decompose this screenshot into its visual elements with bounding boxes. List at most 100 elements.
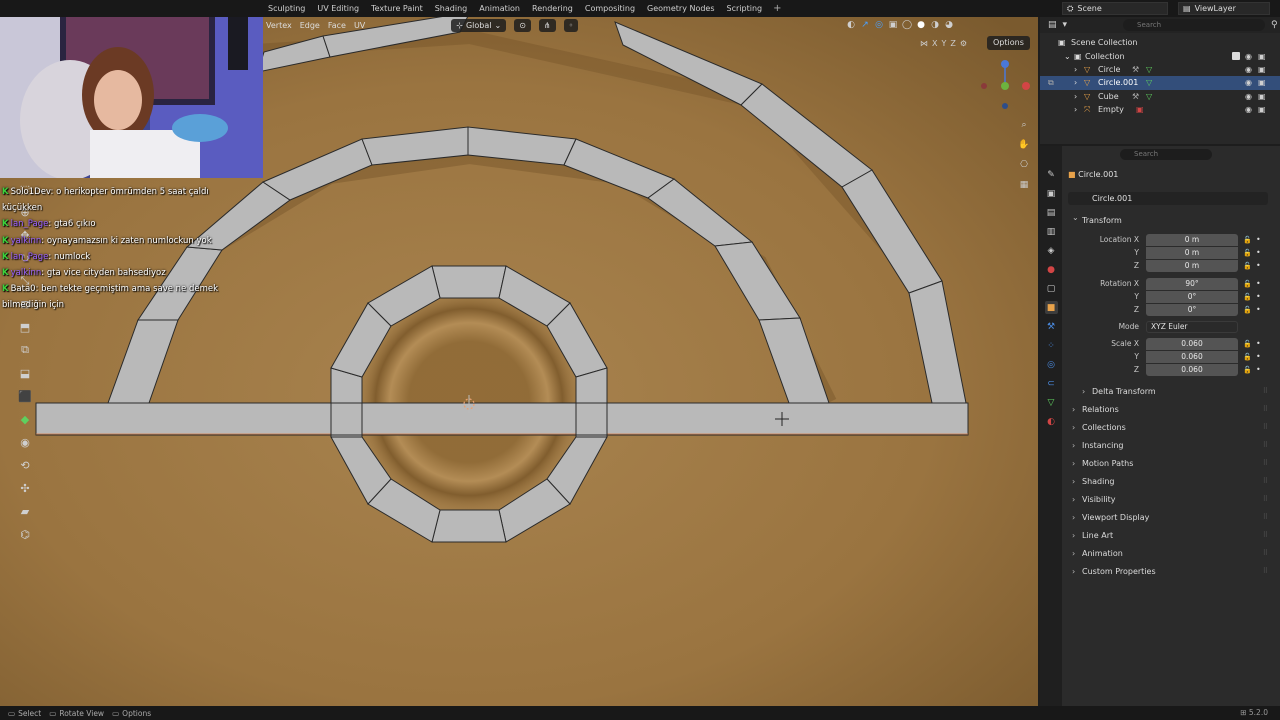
inset-tool-icon[interactable]: ⧉ bbox=[16, 341, 34, 359]
collection-row[interactable]: ⌄ ▣ Collection ◉ ▣ bbox=[1040, 49, 1280, 62]
rotation-x-field[interactable]: 90° bbox=[1146, 278, 1238, 290]
tab-uv-editing[interactable]: UV Editing bbox=[311, 0, 365, 17]
outliner-item-cube[interactable]: › ▽ Cube ⚒ ▽ ◉ ▣ bbox=[1040, 90, 1280, 103]
proportional-edit-toggle[interactable]: ◦ bbox=[563, 18, 579, 32]
object-tab-icon[interactable]: ■ bbox=[1044, 301, 1058, 314]
camera-view-icon[interactable]: ⎔ bbox=[1017, 158, 1031, 172]
constraints-tab-icon[interactable]: ⊂ bbox=[1045, 377, 1058, 390]
panel-shading[interactable]: Shading ⠿ bbox=[1068, 474, 1268, 489]
panel-visibility[interactable]: Visibility ⠿ bbox=[1068, 492, 1268, 507]
panel-collections[interactable]: Collections ⠿ bbox=[1068, 420, 1268, 435]
keyframe-dot-icon[interactable]: • bbox=[1256, 304, 1261, 316]
rotation-z-field[interactable]: 0° bbox=[1146, 304, 1238, 316]
exclude-checkbox[interactable] bbox=[1232, 52, 1240, 61]
menu-uv[interactable]: UV bbox=[354, 21, 365, 30]
lock-icon[interactable]: 🔓 bbox=[1243, 234, 1252, 246]
toggle-x[interactable]: X bbox=[932, 39, 937, 48]
camera-icon[interactable]: ▣ bbox=[1258, 92, 1266, 101]
poly-build-tool-icon[interactable]: ◉ bbox=[16, 433, 34, 451]
particles-tab-icon[interactable]: ⁘ bbox=[1045, 339, 1058, 352]
shading-material-icon[interactable]: ◑ bbox=[930, 20, 940, 30]
panel-instancing[interactable]: Instancing ⠿ bbox=[1068, 438, 1268, 453]
viewport-options-button[interactable]: Options bbox=[987, 36, 1030, 50]
camera-icon[interactable]: ▣ bbox=[1258, 52, 1266, 61]
extrude-tool-icon[interactable]: ⬒ bbox=[16, 318, 34, 336]
physics-tab-icon[interactable]: ◎ bbox=[1045, 358, 1058, 371]
drag-handle-icon[interactable]: ⠿ bbox=[1263, 438, 1268, 453]
outliner-item-circle[interactable]: › ▽ Circle ⚒ ▽ ◉ ▣ bbox=[1040, 63, 1280, 76]
eye-icon[interactable]: ◉ bbox=[1245, 65, 1252, 74]
drag-handle-icon[interactable]: ⠿ bbox=[1263, 510, 1268, 525]
keyframe-dot-icon[interactable]: • bbox=[1256, 291, 1261, 303]
modifiers-tab-icon[interactable]: ⚒ bbox=[1045, 320, 1058, 333]
render-tab-icon[interactable]: ▣ bbox=[1045, 187, 1058, 200]
editor-type-icon[interactable]: ▤ bbox=[1048, 20, 1057, 30]
scene-collection-row[interactable]: ▣ Scene Collection bbox=[1040, 36, 1280, 49]
outliner-item-circle-001[interactable]: ⧉ › ▽ Circle.001 ▽ ◉ ▣ bbox=[1040, 76, 1280, 90]
shading-rendered-icon[interactable]: ◕ bbox=[944, 20, 954, 30]
rip-tool-icon[interactable]: ⌬ bbox=[16, 525, 34, 543]
smooth-tool-icon[interactable]: ✣ bbox=[16, 479, 34, 497]
drag-handle-icon[interactable]: ⠿ bbox=[1263, 546, 1268, 561]
data-tab-icon[interactable]: ▽ bbox=[1045, 396, 1058, 409]
rotation-y-field[interactable]: 0° bbox=[1146, 291, 1238, 303]
drag-handle-icon[interactable]: ⠿ bbox=[1263, 492, 1268, 507]
menu-face[interactable]: Face bbox=[328, 21, 346, 30]
world-tab-icon[interactable]: ● bbox=[1045, 263, 1058, 276]
pivot-dropdown[interactable]: ⊙ bbox=[514, 18, 531, 32]
keyframe-dot-icon[interactable]: • bbox=[1256, 234, 1261, 246]
drag-handle-icon[interactable]: ⠿ bbox=[1263, 402, 1268, 417]
panel-motion-paths[interactable]: Motion Paths ⠿ bbox=[1068, 456, 1268, 471]
collection-tab-icon[interactable]: ▢ bbox=[1045, 282, 1058, 295]
shear-tool-icon[interactable]: ▰ bbox=[16, 502, 34, 520]
lock-icon[interactable]: 🔓 bbox=[1243, 260, 1252, 272]
drag-handle-icon[interactable]: ⠿ bbox=[1263, 420, 1268, 435]
scene-tab-icon[interactable]: ◈ bbox=[1045, 244, 1058, 257]
lock-icon[interactable]: 🔓 bbox=[1243, 364, 1252, 376]
tab-scripting[interactable]: Scripting bbox=[721, 0, 769, 17]
zoom-icon[interactable]: ⌕ bbox=[1017, 118, 1031, 132]
keyframe-dot-icon[interactable]: • bbox=[1256, 260, 1261, 272]
gizmo-toggle-icon[interactable]: ↗ bbox=[860, 20, 870, 30]
panel-viewport-display[interactable]: Viewport Display ⠿ bbox=[1068, 510, 1268, 525]
scale-y-field[interactable]: 0.060 bbox=[1146, 351, 1238, 363]
tab-animation[interactable]: Animation bbox=[473, 0, 526, 17]
keyframe-dot-icon[interactable]: • bbox=[1256, 351, 1261, 363]
display-mode-icon[interactable]: ▾ bbox=[1063, 20, 1068, 30]
eye-icon[interactable]: ◉ bbox=[1245, 92, 1252, 101]
outliner-search-input[interactable]: Search bbox=[1123, 19, 1266, 31]
keyframe-dot-icon[interactable]: • bbox=[1256, 338, 1261, 350]
panel-relations[interactable]: Relations ⠿ bbox=[1068, 402, 1268, 417]
snap-toggle[interactable]: ⋔ bbox=[538, 18, 556, 32]
keyframe-dot-icon[interactable]: • bbox=[1256, 278, 1261, 290]
loop-cut-tool-icon[interactable]: ⬛ bbox=[16, 387, 34, 405]
spin-tool-icon[interactable]: ⟲ bbox=[16, 456, 34, 474]
menu-edge[interactable]: Edge bbox=[300, 21, 320, 30]
panel-custom-properties[interactable]: Custom Properties ⠿ bbox=[1068, 564, 1268, 579]
scale-z-field[interactable]: 0.060 bbox=[1146, 364, 1238, 376]
xray-icon[interactable]: ▣ bbox=[888, 20, 898, 30]
location-z-field[interactable]: 0 m bbox=[1146, 260, 1238, 272]
overlays-icon[interactable]: ◎ bbox=[874, 20, 884, 30]
scale-x-field[interactable]: 0.060 bbox=[1146, 338, 1238, 350]
shading-wireframe-icon[interactable]: ◯ bbox=[902, 20, 912, 30]
lock-icon[interactable]: 🔓 bbox=[1243, 338, 1252, 350]
navigation-gizmo[interactable]: ⌕ ✋ ⎔ ▦ bbox=[976, 56, 1034, 216]
axis-gizmo[interactable] bbox=[976, 56, 1034, 116]
panel-animation[interactable]: Animation ⠿ bbox=[1068, 546, 1268, 561]
shading-solid-icon[interactable]: ● bbox=[916, 20, 926, 30]
menu-vertex[interactable]: Vertex bbox=[266, 21, 292, 30]
eye-icon[interactable]: ◉ bbox=[1245, 78, 1252, 87]
location-y-field[interactable]: 0 m bbox=[1146, 247, 1238, 259]
lock-icon[interactable]: 🔓 bbox=[1243, 291, 1252, 303]
tab-geometry-nodes[interactable]: Geometry Nodes bbox=[641, 0, 720, 17]
lock-icon[interactable]: 🔓 bbox=[1243, 278, 1252, 290]
properties-search-input[interactable]: Search bbox=[1120, 149, 1212, 160]
wrench-icon[interactable]: ⚙ bbox=[960, 39, 967, 48]
transform-orientation-dropdown[interactable]: ⊹ Global ⌄ bbox=[451, 18, 507, 32]
mesh-floor-strip[interactable] bbox=[35, 402, 969, 436]
tab-texture-paint[interactable]: Texture Paint bbox=[365, 0, 429, 17]
lock-icon[interactable]: 🔓 bbox=[1243, 351, 1252, 363]
ortho-grid-icon[interactable]: ▦ bbox=[1017, 178, 1031, 192]
object-name-field[interactable]: Circle.001 bbox=[1068, 192, 1268, 205]
